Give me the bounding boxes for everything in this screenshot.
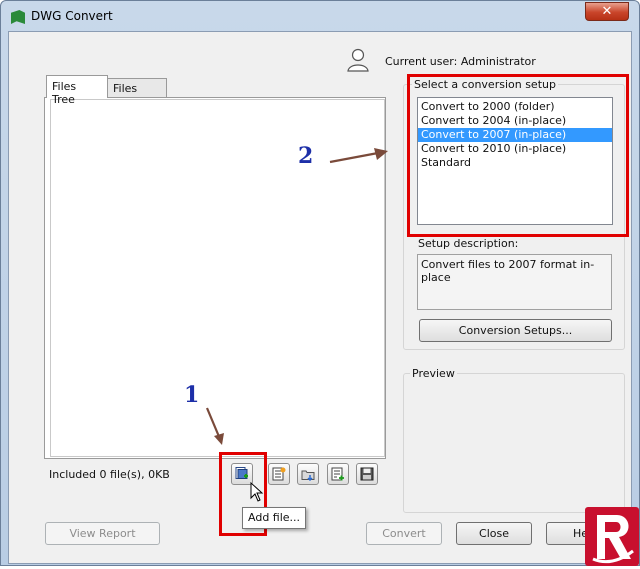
mouse-cursor-icon — [250, 482, 264, 502]
highlight-setup-list — [407, 74, 629, 237]
save-button[interactable] — [356, 463, 378, 485]
add-list-icon — [331, 467, 344, 481]
setup-description-label: Setup description: — [418, 237, 519, 250]
brand-logo-icon — [585, 507, 639, 566]
tab-files-tree[interactable]: Files Tree — [46, 75, 108, 106]
add-sheet-list-button[interactable] — [268, 463, 290, 485]
preview-group — [403, 373, 625, 513]
window-title: DWG Convert — [31, 9, 113, 23]
app-icon — [11, 10, 25, 24]
preview-label: Preview — [410, 367, 457, 380]
add-folder-icon — [301, 470, 315, 481]
view-report-button[interactable]: View Report — [45, 522, 160, 545]
conversion-setups-button[interactable]: Conversion Setups... — [419, 319, 612, 342]
annotation-2-arrow-icon — [329, 148, 388, 164]
save-icon — [360, 467, 374, 481]
add-folder-button[interactable] — [297, 463, 319, 485]
add-sheet-list-icon — [272, 467, 286, 481]
add-list-button[interactable] — [327, 463, 349, 485]
close-button[interactable]: Close — [456, 522, 532, 545]
files-status-text: Included 0 file(s), 0KB — [49, 468, 170, 481]
convert-button[interactable]: Convert — [366, 522, 442, 545]
annotation-1: 1 — [184, 382, 200, 408]
window-close-button[interactable]: ✕ — [585, 2, 629, 21]
current-user-label: Current user: Administrator — [385, 55, 536, 68]
add-file-tooltip: Add file... — [242, 507, 307, 529]
title-bar[interactable]: DWG Convert ✕ — [1, 1, 639, 33]
setup-description-box: Convert files to 2007 format in-place — [417, 254, 612, 310]
tab-files-table[interactable]: Files Table — [107, 78, 167, 108]
annotation-2: 2 — [298, 143, 314, 169]
user-icon — [347, 48, 369, 72]
annotation-1-arrow-icon — [205, 407, 224, 445]
